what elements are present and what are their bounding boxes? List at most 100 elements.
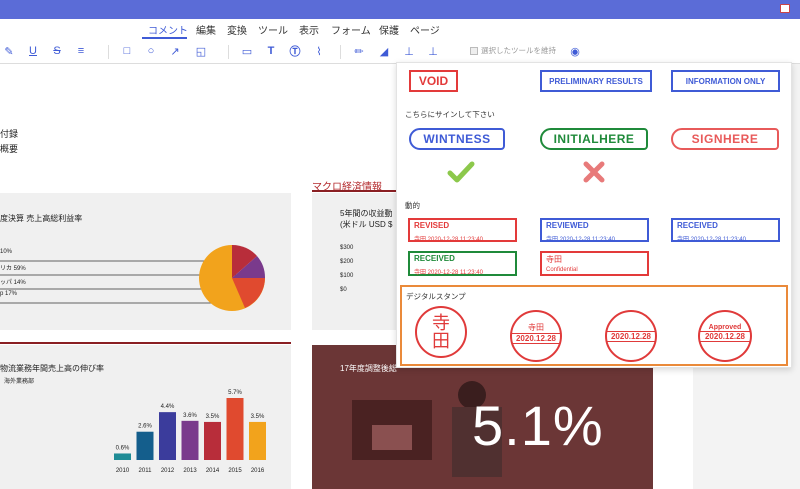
stamp-reviewed[interactable]: REVIEWED 寺田 2020-12-28 11:23:40 [540,218,649,243]
stamp-title: 寺田 [546,255,562,264]
revenue-axis-label: $200 [340,259,354,265]
keep-tool-checkbox[interactable] [470,46,478,55]
bar-chart-card: 物流業務年間売上高の伸び率 海外業務部 0.6% 2010 2.6% 2011 4.4%… [0,345,291,489]
bar-year-label: 2016 [251,468,265,474]
bar-value-label: 3.5% [206,414,220,420]
stamp-title: RECEIVED [677,221,718,230]
stamp-received-blue[interactable]: RECEIVED 寺田 2020-12-28 11:23:40 [671,218,780,243]
bar-value-label: 3.5% [251,414,265,420]
underline-icon[interactable]: U [26,44,40,58]
bar-year-label: 2015 [228,468,242,474]
seal-date: 2020.12.28 [704,331,746,341]
stamp-information-only[interactable]: INFORMATION ONLY [671,70,780,92]
comment-icon[interactable]: ▭ [240,44,254,58]
menu-form[interactable]: フォーム [331,22,371,37]
menu-edit[interactable]: 編集 [196,22,216,37]
stamp-title: RECEIVED [414,254,455,263]
menu-tools[interactable]: ツール [258,22,288,37]
revenue-title: 5年間の収益動 [340,209,393,218]
revenue-axis-label: $0 [340,287,347,293]
title-bar [0,0,800,19]
bar-2014 [204,421,221,460]
menu-comment[interactable]: コメント [148,22,188,37]
stamp-void[interactable]: VOID [409,70,458,92]
attachment-icon[interactable]: ⌇ [312,44,326,58]
toolbar: ✎ U S ≡ □ ○ ↗ ◱ ▭ T Ⓣ ⌇ ✏ ◢ ⊥ ⊥ ◉ [0,40,800,64]
stamp-witness[interactable]: WINTNESS [409,128,505,150]
strikethrough-icon[interactable]: S [50,44,64,58]
bar-year-label: 2013 [183,468,197,474]
bar-value-label: 2.6% [138,424,152,430]
seal-text: 寺田 [528,322,544,332]
bar-2012 [159,412,176,460]
overview-text: 概要 [0,144,19,154]
checkmark-icon[interactable] [447,160,475,184]
bar-2015 [226,398,244,460]
appendix-text: 付録 [0,129,19,139]
seal-date: 2020.12.28 [610,331,652,341]
bar-2010 [114,453,131,460]
circle-icon[interactable]: ○ [144,44,158,58]
stamp-subtitle: Confidential [546,267,578,273]
seal-text: Approved [708,323,742,331]
rectangle-icon[interactable]: □ [120,44,134,58]
revenue-axis-label: $100 [340,273,354,279]
arrow-icon[interactable]: ↗ [168,44,182,58]
shape-dropdown-icon[interactable]: ◱ [194,44,208,58]
text-align-icon[interactable]: ≡ [74,44,88,58]
bar-year-label: 2012 [161,468,175,474]
stamp-preliminary[interactable]: PRELIMINARY RESULTS [540,70,652,92]
pencil-icon[interactable]: ✏ [352,44,366,58]
bar-2013 [181,420,199,460]
menu-view[interactable]: 表示 [299,22,319,37]
cross-icon[interactable] [582,160,606,184]
stamp-sign-here[interactable]: SIGNHERE [671,128,779,150]
pie-chart [0,244,266,311]
seal-name-vertical[interactable]: 寺 田 [415,306,467,358]
menu-convert[interactable]: 変換 [227,22,247,37]
highlight-icon[interactable]: ✎ [2,44,16,58]
stamp-initial-here[interactable]: INITIALHERE [540,128,648,150]
digital-stamp-label: デジタルスタンプ [406,292,466,301]
stamp-received-green[interactable]: RECEIVED 寺田 2020-12-28 11:23:40 [408,251,517,276]
bar-year-label: 2014 [206,468,220,474]
eye-icon[interactable]: ◉ [568,44,582,58]
photo-big-number: 5.1% [472,394,604,457]
menu-page[interactable]: ページ [410,22,440,37]
textbox-icon[interactable]: Ⓣ [288,44,302,58]
sign-here-label: こちらにサインして下さい [405,110,495,119]
bar-year-label: 2010 [116,468,130,474]
stamp-subtitle: 寺田 2020-12-28 11:23:40 [414,237,483,243]
menu-protect[interactable]: 保護 [379,22,399,37]
seal-name-date[interactable]: 寺田 2020.12.28 [510,310,562,362]
bar-value-label: 5.7% [228,390,242,396]
stamp-subtitle: 寺田 2020-12-28 11:23:40 [677,237,746,243]
bar-value-label: 3.6% [183,413,197,419]
bar-2011 [136,431,154,460]
bar-year-label: 2011 [139,468,153,474]
pie-chart-card: 度決算 売上高総利益率 10% リカ 59% ッパ 14% p 17% [0,193,291,330]
keep-tool-option[interactable]: 選択したツールを維持 [470,45,556,56]
stamp-subtitle: 寺田 2020-12-28 11:23:40 [414,270,483,276]
photo-caption: 17年度調整後総 [340,364,397,373]
text-icon[interactable]: T [264,44,278,58]
seal-approved[interactable]: Approved 2020.12.28 [698,310,752,362]
stamp-dropdown-icon[interactable]: ⊥ [426,44,440,58]
stamp-confidential[interactable]: 寺田 Confidential [540,251,649,276]
stamp-revised[interactable]: REVISED 寺田 2020-12-28 11:23:40 [408,218,517,243]
stamp-icon[interactable]: ⊥ [402,44,416,58]
bar-value-label: 0.6% [116,445,130,451]
menu-bar: コメント 編集 変換 ツール 表示 フォーム 保護 ページ [0,19,800,40]
stamp-title: REVIEWED [546,221,589,230]
stamp-subtitle: 寺田 2020-12-28 11:23:40 [546,237,615,243]
revenue-subtitle: (米ドル USD $ [340,220,393,229]
dynamic-label: 動的 [405,201,420,210]
notification-icon[interactable] [780,4,790,13]
active-tab-indicator [142,37,187,39]
seal-text: 田 [432,331,450,351]
revenue-axis-label: $300 [340,245,354,251]
eraser-icon[interactable]: ◢ [377,44,391,58]
seal-date[interactable]: 2020.12.28 [605,310,657,362]
revenue-card: 5年間の収益動 (米ドル USD $ $300 $200 $100 $0 [312,193,402,330]
seal-text: 寺 [432,313,450,333]
